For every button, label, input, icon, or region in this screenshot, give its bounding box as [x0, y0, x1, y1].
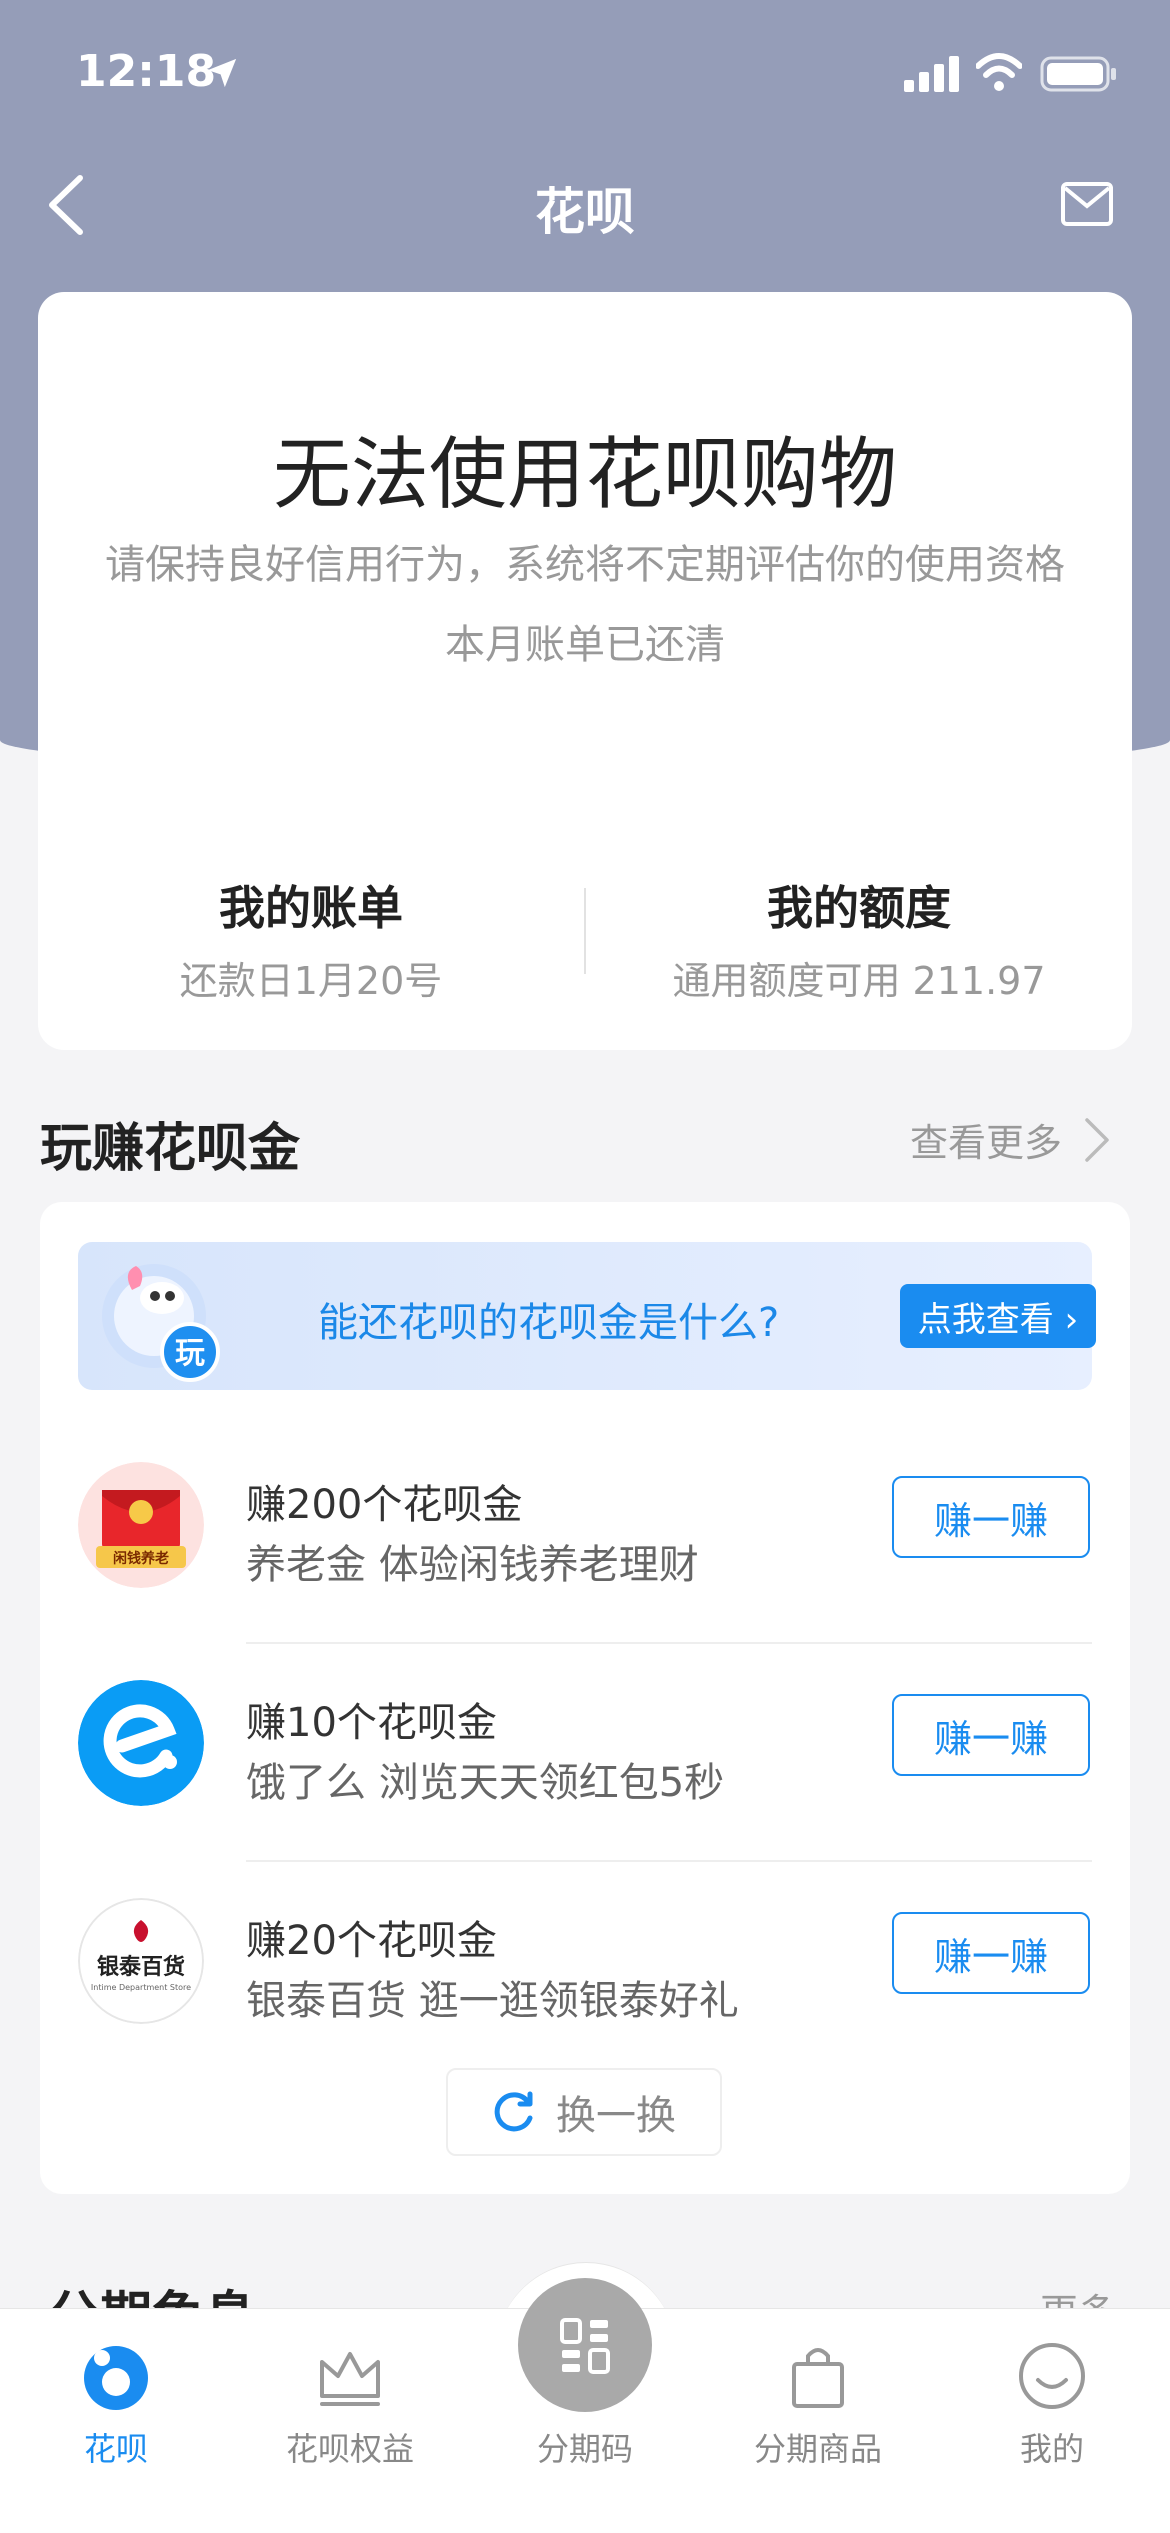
swap-label: 换一换: [556, 2093, 676, 2139]
tab-label: 花呗: [83, 2430, 148, 2468]
tab-label: 花呗权益: [285, 2430, 414, 2468]
mascot-icon: 玩: [102, 1264, 220, 1382]
tab-huabei-benefits[interactable]: 花呗权益: [250, 2340, 450, 2470]
status-subtitle: 请保持良好信用行为，系统将不定期评估你的使用资格: [105, 542, 1065, 588]
refresh-icon: [494, 2091, 533, 2132]
status-time: 12:18: [76, 46, 217, 97]
task-title: 赚200个花呗金: [246, 1482, 523, 1528]
earn-section-title: 玩赚花呗金: [40, 1119, 301, 1179]
task-item: 赚10个花呗金 饿了么 浏览天天领红包5秒 赚一赚: [40, 1644, 1130, 1862]
location-arrow-icon: [207, 58, 237, 88]
tab-label: 我的: [1019, 2430, 1084, 2468]
tab-label: 分期码: [536, 2430, 633, 2468]
huabei-icon: [84, 2346, 148, 2410]
earn-button[interactable]: 赚一赚: [892, 1694, 1090, 1776]
intime-logo-icon: 银泰百货 Intime Department Store: [78, 1898, 204, 2024]
mascot-badge-text: 玩: [175, 1336, 205, 1371]
status-bar: 12:18: [0, 0, 1170, 150]
shopping-bag-icon: [792, 2348, 844, 2408]
installment-code-button[interactable]: [518, 2278, 652, 2412]
huabei-status-card: 无法使用花呗购物 请保持良好信用行为，系统将不定期评估你的使用资格 本月账单已还…: [38, 292, 1132, 1050]
task-title: 赚20个花呗金: [246, 1918, 497, 1964]
task-title: 赚10个花呗金: [246, 1700, 497, 1746]
smile-icon: [1019, 2343, 1085, 2409]
swap-button[interactable]: 换一换: [446, 2068, 722, 2156]
intime-logo-subtext: Intime Department Store: [91, 1983, 191, 1992]
earn-button[interactable]: 赚一赚: [892, 1912, 1090, 1994]
task-desc: 银泰百货 逛一逛领银泰好礼: [246, 1978, 739, 2024]
bill-status: 本月账单已还清: [445, 622, 725, 668]
mail-icon[interactable]: [1060, 180, 1114, 228]
battery-icon: [1040, 56, 1116, 92]
earn-button[interactable]: 赚一赚: [892, 1476, 1090, 1558]
cellular-signal-icon: [904, 56, 959, 92]
crown-icon: [320, 2352, 380, 2406]
task-desc: 养老金 体验闲钱养老理财: [246, 1542, 699, 1588]
red-envelope-icon: 闲钱养老: [78, 1462, 204, 1588]
task-logo-text: 闲钱养老: [113, 1550, 169, 1567]
my-quota-button[interactable]: 我的额度 通用额度可用 211.97: [586, 872, 1132, 1005]
intime-logo-text: 银泰百货: [97, 1954, 185, 1980]
wifi-icon: [976, 53, 1022, 91]
due-date: 还款日1月20号: [179, 959, 443, 1003]
task-item: 闲钱养老 赚200个花呗金 养老金 体验闲钱养老理财 赚一赚: [40, 1426, 1130, 1644]
navigation-bar: 花呗: [0, 160, 1170, 250]
status-title: 无法使用花呗购物: [272, 430, 897, 520]
my-bill-button[interactable]: 我的账单 还款日1月20号: [38, 872, 584, 1005]
available-quota: 通用额度可用 211.97: [672, 959, 1046, 1003]
earn-card: 玩 能还花呗的花呗金是什么? 点我查看 › 闲钱养老 赚200个花呗金 养老金 …: [40, 1202, 1130, 2194]
tab-huabei[interactable]: 花呗: [16, 2340, 216, 2470]
task-item: 银泰百货 Intime Department Store 赚20个花呗金 银泰百…: [40, 1862, 1130, 2080]
my-bill-title: 我的账单: [219, 881, 403, 935]
promo-text: 能还花呗的花呗金是什么?: [318, 1300, 780, 1346]
task-desc: 饿了么 浏览天天领红包5秒: [246, 1760, 725, 1806]
tab-label: 分期商品: [753, 2430, 882, 2468]
qr-code-icon: [560, 2318, 610, 2374]
tab-installment-goods[interactable]: 分期商品: [718, 2340, 918, 2470]
view-more-link[interactable]: 查看更多: [910, 1112, 1062, 1167]
view-now-button[interactable]: 点我查看 ›: [900, 1284, 1096, 1348]
page-title: 花呗: [535, 183, 635, 241]
promo-banner[interactable]: 玩 能还花呗的花呗金是什么? 点我查看 ›: [78, 1242, 1096, 1390]
my-quota-title: 我的额度: [767, 881, 951, 935]
eleme-logo-icon: [78, 1680, 204, 1806]
tab-mine[interactable]: 我的: [952, 2340, 1152, 2470]
chevron-right-icon[interactable]: [1082, 1116, 1112, 1164]
